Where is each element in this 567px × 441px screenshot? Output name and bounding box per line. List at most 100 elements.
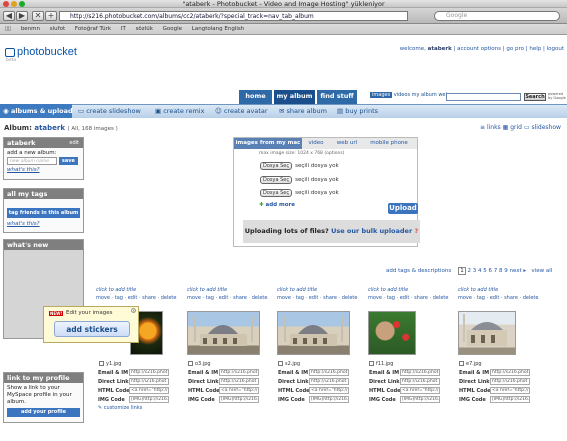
book-icon[interactable]: ▯▯ xyxy=(5,26,11,32)
bookmark-item[interactable]: benmn xyxy=(21,26,40,32)
add-bookmark-icon[interactable]: + xyxy=(45,11,57,21)
tab-images-from-mac[interactable]: images from my mac xyxy=(234,138,302,149)
email-im-field[interactable]: http://s216.phot xyxy=(219,369,259,376)
email-im-field[interactable]: http://s216.phot xyxy=(490,369,530,376)
view-links[interactable]: links xyxy=(487,124,501,131)
minimize-window-icon[interactable] xyxy=(11,1,17,7)
html-code-field[interactable]: <a href="http:// xyxy=(309,387,349,394)
tab-my-album[interactable]: my album xyxy=(274,90,315,104)
add-profile-button[interactable]: add your profile xyxy=(7,408,80,417)
view-all-link[interactable]: view all xyxy=(531,268,552,274)
direct-link-field[interactable]: http://i216.phot xyxy=(129,378,169,385)
close-icon[interactable]: x xyxy=(131,308,136,313)
save-album-button[interactable]: save xyxy=(58,157,78,165)
page-link[interactable]: 5 xyxy=(483,268,487,274)
select-checkbox[interactable] xyxy=(459,361,464,366)
create-avatar-button[interactable]: ☺ create avatar xyxy=(215,107,268,115)
close-window-icon[interactable] xyxy=(3,1,9,7)
email-im-field[interactable]: http://s216.phot xyxy=(400,369,440,376)
add-title-link[interactable]: click to add title xyxy=(368,287,448,293)
logout-link[interactable]: logout xyxy=(547,46,564,52)
img-code-field[interactable]: [IMG]http://i216. xyxy=(309,396,349,403)
img-code-field[interactable]: [IMG]http://i216. xyxy=(219,396,259,403)
direct-link-field[interactable]: http://i216.phot xyxy=(490,378,530,385)
choose-file-button[interactable]: Dosya Seç xyxy=(260,162,293,170)
choose-file-button[interactable]: Dosya Seç xyxy=(260,176,293,184)
create-slideshow-button[interactable]: ▭ create slideshow xyxy=(78,107,141,115)
create-remix-button[interactable]: ▣ create remix xyxy=(155,107,204,115)
image-actions[interactable]: move · tag · edit · share · delete xyxy=(96,295,176,301)
back-icon[interactable]: ◀ xyxy=(3,11,15,21)
thumbnail-mosque[interactable] xyxy=(277,311,350,355)
email-im-field[interactable]: http://s216.phot xyxy=(309,369,349,376)
image-actions[interactable]: move · tag · edit · share · delete xyxy=(187,295,267,301)
tab-video[interactable]: video xyxy=(304,138,328,149)
add-title-link[interactable]: click to add title xyxy=(458,287,538,293)
share-album-button[interactable]: ✉ share album xyxy=(279,107,327,115)
select-checkbox[interactable] xyxy=(369,361,374,366)
choose-file-button[interactable]: Dosya Seç xyxy=(260,189,293,197)
tags-whats-this-link[interactable]: what's this? xyxy=(4,221,83,227)
customize-links[interactable]: ✎ customize links xyxy=(98,405,142,411)
zoom-window-icon[interactable] xyxy=(19,1,25,7)
direct-link-field[interactable]: http://i216.phot xyxy=(219,378,259,385)
page-link[interactable]: 4 xyxy=(478,268,482,274)
add-tags-link[interactable]: add tags & descriptions xyxy=(386,268,451,274)
view-slideshow[interactable]: slideshow xyxy=(531,124,560,131)
image-actions[interactable]: move · tag · edit · share · delete xyxy=(368,295,448,301)
google-search-input[interactable]: Google xyxy=(434,11,560,21)
albums-upload-button[interactable]: ◉ albums & upload xyxy=(3,107,73,115)
page-link[interactable]: 2 xyxy=(467,268,471,274)
photobucket-logo[interactable]: photobucket xyxy=(5,46,77,58)
buy-prints-button[interactable]: ▤ buy prints xyxy=(337,107,378,115)
bulk-uploader-link[interactable]: Use our bulk uploader xyxy=(331,227,412,235)
new-album-input[interactable]: new album name xyxy=(7,157,57,165)
next-page-link[interactable]: next xyxy=(509,268,521,274)
img-code-field[interactable]: [IMG]http://i216. xyxy=(400,396,440,403)
help-link[interactable]: help xyxy=(529,46,541,52)
search-type-myalbum[interactable]: my album xyxy=(412,92,437,98)
select-checkbox[interactable] xyxy=(99,361,104,366)
bookmark-item[interactable]: IT xyxy=(121,26,126,32)
search-type-images[interactable]: images xyxy=(370,92,393,98)
search-button[interactable]: Search xyxy=(524,93,546,101)
forward-icon[interactable]: ▶ xyxy=(16,11,28,21)
email-im-field[interactable]: http://s216.phot xyxy=(129,369,169,376)
add-title-link[interactable]: click to add title xyxy=(96,287,176,293)
tag-friends-button[interactable]: tag friends in this album xyxy=(7,208,80,218)
bookmark-item[interactable]: sözlük xyxy=(136,26,153,32)
img-code-field[interactable]: [IMG]http://i216. xyxy=(490,396,530,403)
account-options-link[interactable]: account options xyxy=(457,46,501,52)
add-title-link[interactable]: click to add title xyxy=(277,287,357,293)
bookmark-item[interactable]: slufot xyxy=(50,26,65,32)
tab-web-url[interactable]: web url xyxy=(332,138,362,149)
image-actions[interactable]: move · tag · edit · share · delete xyxy=(277,295,357,301)
add-stickers-button[interactable]: add stickers xyxy=(54,321,130,337)
search-type-videos[interactable]: videos xyxy=(394,92,410,98)
thumbnail-mosque-courtyard[interactable] xyxy=(458,311,516,355)
bookmark-item[interactable]: Fotoğraf Türk xyxy=(75,26,111,32)
help-icon[interactable]: ? xyxy=(414,227,418,235)
select-checkbox[interactable] xyxy=(278,361,283,366)
address-bar[interactable]: http://s216.photobucket.com/albums/cc2/a… xyxy=(59,11,408,21)
page-link[interactable]: 6 xyxy=(488,268,492,274)
page-link[interactable]: 7 xyxy=(494,268,498,274)
tab-home[interactable]: home xyxy=(239,90,272,104)
album-name[interactable]: ataberk xyxy=(34,124,65,132)
image-actions[interactable]: move · tag · edit · share · delete xyxy=(458,295,538,301)
bookmark-item[interactable]: Langtolang English xyxy=(192,26,244,32)
select-checkbox[interactable] xyxy=(188,361,193,366)
direct-link-field[interactable]: http://i216.phot xyxy=(309,378,349,385)
bookmark-item[interactable]: Google xyxy=(163,26,182,32)
links-view-icon[interactable]: ≡ xyxy=(480,124,487,131)
tab-mobile-phone[interactable]: mobile phone xyxy=(366,138,412,149)
upload-button[interactable]: Upload xyxy=(388,203,418,214)
page-link[interactable]: 8 xyxy=(499,268,503,274)
tab-find-stuff[interactable]: find stuff xyxy=(317,90,357,104)
edit-album-link[interactable]: edit xyxy=(69,138,79,148)
add-title-link[interactable]: click to add title xyxy=(187,287,267,293)
whats-this-link[interactable]: what's this? xyxy=(4,165,83,175)
thumbnail-mosque[interactable] xyxy=(187,311,260,355)
username[interactable]: ataberk xyxy=(428,46,452,52)
page-link[interactable]: 9 xyxy=(504,268,508,274)
